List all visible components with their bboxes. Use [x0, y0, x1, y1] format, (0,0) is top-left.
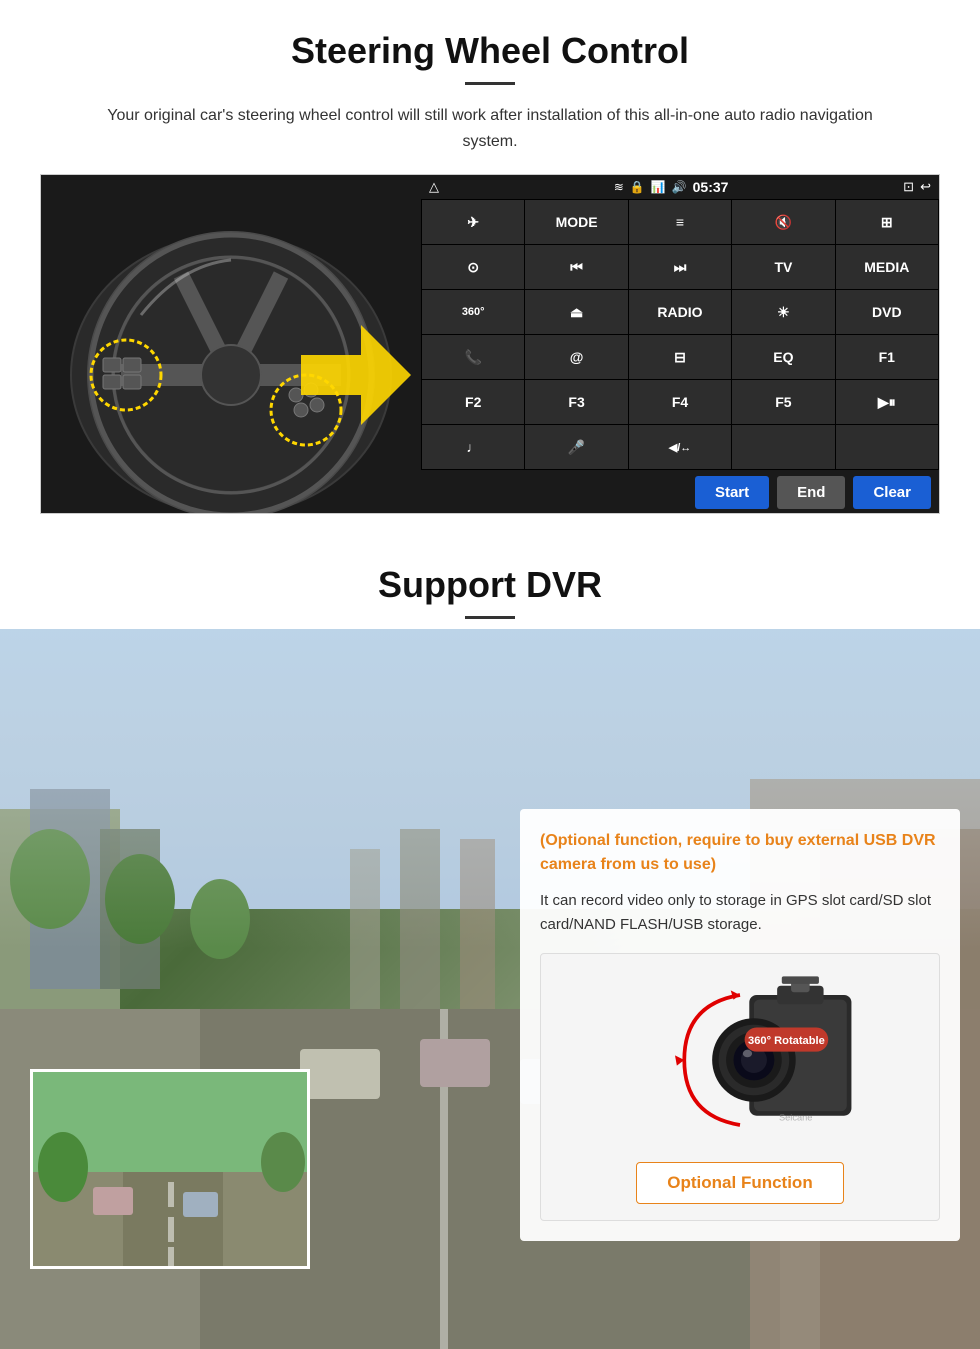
- window-icon[interactable]: ⊡: [903, 179, 914, 195]
- svg-text:Seicane: Seicane: [779, 1113, 812, 1123]
- media-button[interactable]: MEDIA: [836, 245, 938, 289]
- empty2-button: [836, 425, 938, 469]
- volume-icon: 🔊: [672, 180, 687, 194]
- prev-button[interactable]: ⏮: [525, 245, 627, 289]
- radio-panel: △ ≋ 🔒 📊 🔊 05:37 ⊡ ↩ ✈ MODE ≡ 🔇: [421, 175, 939, 513]
- start-button[interactable]: Start: [695, 476, 769, 509]
- svg-text:360° Rotatable: 360° Rotatable: [748, 1035, 825, 1047]
- dvr-title: Support DVR: [20, 564, 960, 606]
- optional-function-text: (Optional function, require to buy exter…: [540, 829, 940, 877]
- phone-button[interactable]: 📞: [422, 335, 524, 379]
- dvr-info-card: (Optional function, require to buy exter…: [520, 809, 960, 1241]
- dvr-inset-photo: [30, 1069, 310, 1269]
- title-divider: [465, 82, 515, 85]
- playpause-button[interactable]: ▶⏸: [836, 380, 938, 424]
- lock-icon: 🔒: [630, 180, 645, 194]
- web-button[interactable]: @: [525, 335, 627, 379]
- f2-button[interactable]: F2: [422, 380, 524, 424]
- f4-button[interactable]: F4: [629, 380, 731, 424]
- end-button[interactable]: End: [777, 476, 845, 509]
- radio-button-grid: ✈ MODE ≡ 🔇 ⊞ ⊙ ⏮ ⏭ TV MEDIA 360° ⏏ RADIO…: [421, 199, 939, 470]
- mode-button[interactable]: MODE: [525, 200, 627, 244]
- 360-button[interactable]: 360°: [422, 290, 524, 334]
- clock-display: 05:37: [693, 179, 729, 195]
- radio-top-bar: △ ≋ 🔒 📊 🔊 05:37 ⊡ ↩: [421, 175, 939, 199]
- steering-photo: [41, 175, 421, 514]
- wifi-icon: ≋: [614, 180, 624, 194]
- radio-bottom-controls: Start End Clear: [421, 470, 939, 514]
- menu-button[interactable]: ≡: [629, 200, 731, 244]
- status-icons: ≋ 🔒 📊 🔊 05:37: [614, 179, 729, 195]
- steering-title: Steering Wheel Control: [40, 30, 940, 72]
- brightness-button[interactable]: ☀: [732, 290, 834, 334]
- steering-composite: △ ≋ 🔒 📊 🔊 05:37 ⊡ ↩ ✈ MODE ≡ 🔇: [40, 174, 940, 514]
- f3-button[interactable]: F3: [525, 380, 627, 424]
- f5-button[interactable]: F5: [732, 380, 834, 424]
- mute-button[interactable]: 🔇: [732, 200, 834, 244]
- back-icon[interactable]: ↩: [920, 179, 931, 195]
- dvr-section: Support DVR: [0, 534, 980, 1349]
- eject-button[interactable]: ⏏: [525, 290, 627, 334]
- mic-button[interactable]: 🎤: [525, 425, 627, 469]
- optional-function-badge: Optional Function: [636, 1162, 843, 1204]
- empty1-button: [732, 425, 834, 469]
- f1-button[interactable]: F1: [836, 335, 938, 379]
- dvr-composite: (Optional function, require to buy exter…: [0, 629, 980, 1349]
- music-button[interactable]: ♩: [422, 425, 524, 469]
- dvr-camera-box: 360° Rotatable Seicane Optional Function: [540, 953, 940, 1221]
- dvr-title-divider: [465, 616, 515, 619]
- settings-button[interactable]: ⊙: [422, 245, 524, 289]
- apps-button[interactable]: ⊞: [836, 200, 938, 244]
- dvr-description: It can record video only to storage in G…: [540, 889, 940, 937]
- home-icon[interactable]: △: [429, 179, 439, 195]
- radio-button[interactable]: RADIO: [629, 290, 731, 334]
- pan-button[interactable]: ◀/↔: [629, 425, 731, 469]
- steering-description: Your original car's steering wheel contr…: [90, 103, 890, 154]
- dvr-title-area: Support DVR: [0, 534, 980, 629]
- signal-icon: 📊: [651, 180, 666, 194]
- camera-illustration: 360° Rotatable Seicane: [610, 970, 870, 1150]
- next-button[interactable]: ⏭: [629, 245, 731, 289]
- eq-button[interactable]: EQ: [732, 335, 834, 379]
- dvd-button[interactable]: DVD: [836, 290, 938, 334]
- clear-button[interactable]: Clear: [853, 476, 931, 509]
- mirror-button[interactable]: ⊟: [629, 335, 731, 379]
- steering-section: Steering Wheel Control Your original car…: [0, 0, 980, 534]
- tv-button[interactable]: TV: [732, 245, 834, 289]
- nav-button[interactable]: ✈: [422, 200, 524, 244]
- top-right-controls: ⊡ ↩: [903, 179, 931, 195]
